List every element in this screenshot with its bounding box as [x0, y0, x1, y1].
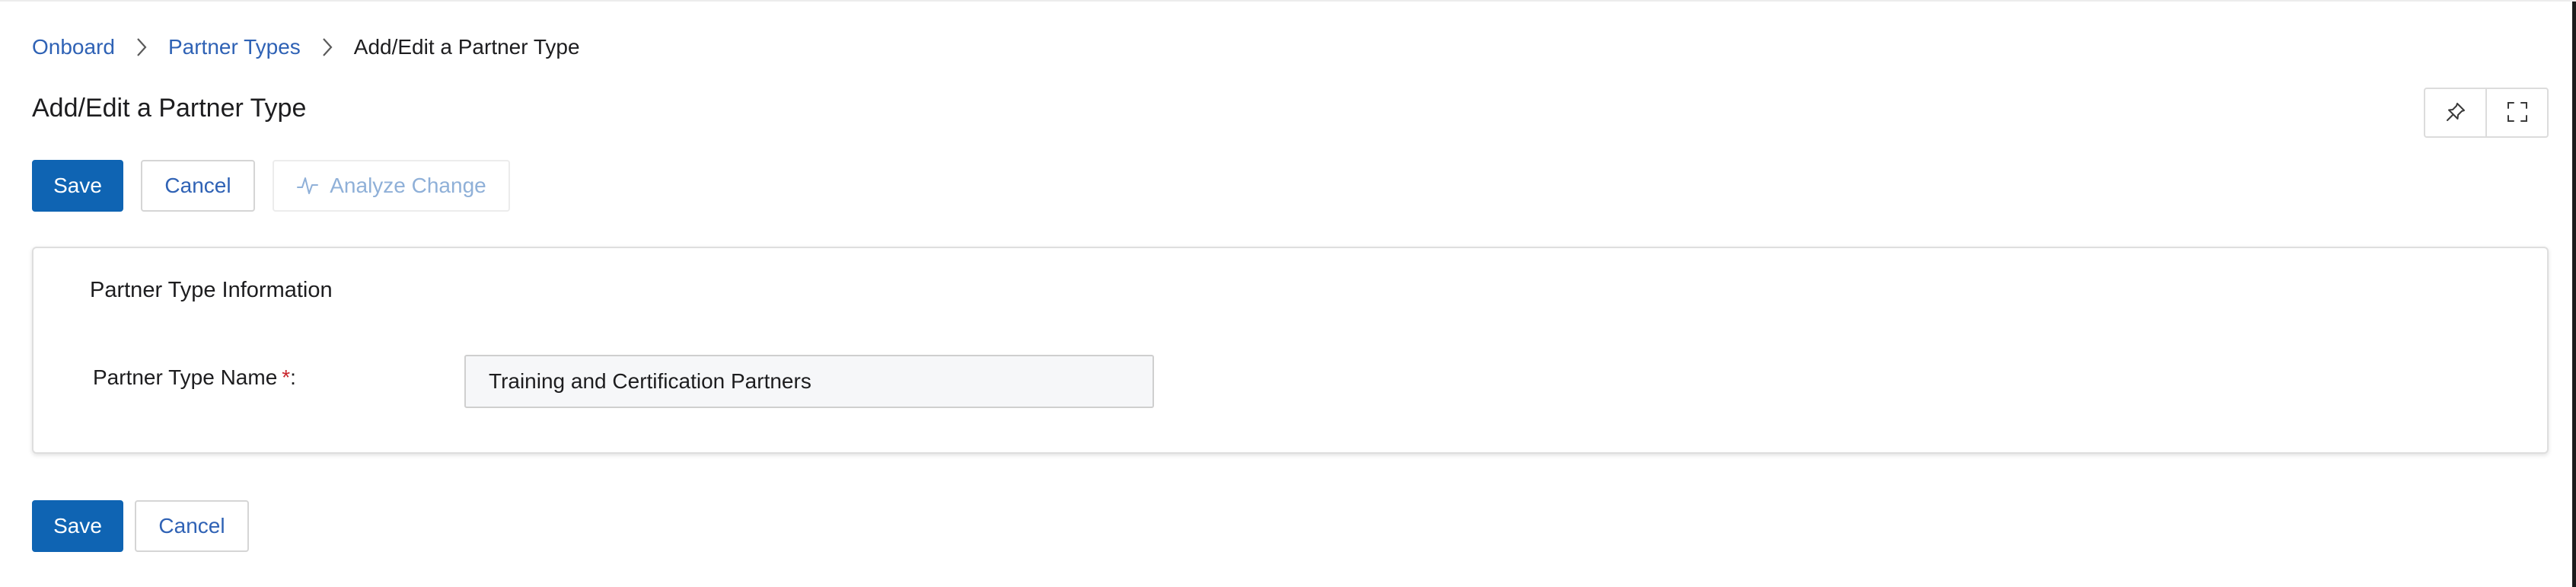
field-label-suffix: :	[290, 365, 296, 389]
breadcrumb-current: Add/Edit a Partner Type	[353, 35, 580, 59]
breadcrumb-link-partner-types[interactable]: Partner Types	[168, 35, 301, 59]
partner-type-information-panel: Partner Type Information Partner Type Na…	[32, 247, 2549, 454]
field-label-text: Partner Type Name	[93, 365, 278, 389]
panel-title: Partner Type Information	[90, 278, 333, 302]
breadcrumb-link-onboard[interactable]: Onboard	[32, 35, 115, 59]
pin-button[interactable]	[2425, 89, 2485, 136]
analyze-change-button[interactable]: Analyze Change	[273, 160, 510, 212]
view-tools	[2424, 88, 2549, 138]
footer-cancel-button[interactable]: Cancel	[135, 500, 249, 552]
analyze-change-label: Analyze Change	[330, 174, 486, 197]
chevron-right-icon	[115, 32, 168, 62]
save-button[interactable]: Save	[32, 160, 123, 212]
window-edge	[2572, 2, 2576, 587]
fullscreen-icon	[2506, 100, 2529, 126]
footer-save-button[interactable]: Save	[32, 500, 123, 552]
cancel-button[interactable]: Cancel	[141, 160, 255, 212]
page: Onboard Partner Types Add/Edit a Partner…	[0, 0, 2576, 587]
activity-icon	[296, 174, 319, 197]
partner-type-name-input[interactable]	[464, 355, 1154, 408]
breadcrumb: Onboard Partner Types Add/Edit a Partner…	[32, 32, 580, 62]
required-marker: *	[282, 365, 291, 389]
pin-icon	[2444, 100, 2467, 126]
page-title: Add/Edit a Partner Type	[32, 94, 307, 123]
partner-type-name-label: Partner Type Name *:	[93, 364, 296, 391]
fullscreen-button[interactable]	[2485, 89, 2547, 136]
chevron-right-icon	[301, 32, 354, 62]
